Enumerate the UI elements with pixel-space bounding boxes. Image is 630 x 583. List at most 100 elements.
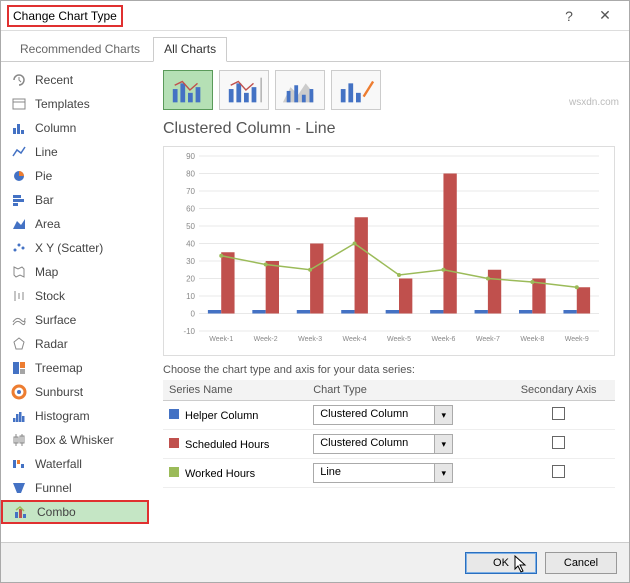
subtype-custom-combo[interactable] [331,70,381,110]
svg-text:60: 60 [186,205,195,214]
dialog-footer: OK Cancel [1,542,629,582]
sidebar-item-templates[interactable]: Templates [1,92,149,116]
sidebar-item-box-whisker[interactable]: Box & Whisker [1,428,149,452]
sidebar-item-label: Funnel [35,481,72,495]
sidebar-item-label: Treemap [35,361,83,375]
chart-preview-svg: -100102030405060708090Week-1Week-2Week-3… [168,151,610,351]
map-icon [11,264,27,280]
svg-text:70: 70 [186,187,195,196]
series-swatch [169,409,179,419]
watermark: wsxdn.com [569,97,619,108]
main-panel: Clustered Column - Line -100102030405060… [149,62,629,542]
sidebar-item-stock[interactable]: Stock [1,284,149,308]
sidebar-item-label: Histogram [35,409,90,423]
tab-all-charts[interactable]: All Charts [153,37,227,62]
series-name-label: Worked Hours [185,468,255,480]
treemap-icon [11,360,27,376]
sidebar-item-surface[interactable]: Surface [1,308,149,332]
sidebar-item-label: X Y (Scatter) [35,241,103,255]
subtype-clustered-column-line-secondary[interactable] [219,70,269,110]
chevron-down-icon: ▾ [434,435,452,453]
sidebar-item-area[interactable]: Area [1,212,149,236]
chevron-down-icon: ▾ [434,406,452,424]
subtype-clustered-column-line[interactable] [163,70,213,110]
header-chart-type: Chart Type [307,380,502,401]
funnel-icon [11,480,27,496]
secondary-axis-checkbox[interactable] [552,436,565,449]
series-row: Scheduled HoursClustered Column▾ [163,430,615,459]
series-row: Helper Column Clustered Column▾ [163,401,615,430]
combo-subtype-row [163,70,615,110]
svg-text:-10: -10 [183,327,195,336]
chart-type-dropdown[interactable]: Clustered Column▾ [313,434,453,454]
sidebar-item-waterfall[interactable]: Waterfall [1,452,149,476]
help-button[interactable]: ? [551,2,587,30]
sidebar-item-pie[interactable]: Pie [1,164,149,188]
sidebar-item-label: Stock [35,289,65,303]
svg-text:30: 30 [186,257,195,266]
sidebar-item-map[interactable]: Map [1,260,149,284]
header-secondary-axis: Secondary Axis [502,380,615,401]
sidebar-item-combo[interactable]: Combo [1,500,149,524]
cursor-icon [514,555,528,573]
svg-text:40: 40 [186,240,195,249]
tab-strip: Recommended Charts All Charts [1,31,629,62]
svg-text:Week-1: Week-1 [209,336,233,343]
secondary-axis-checkbox[interactable] [552,407,565,420]
radar-icon [11,336,27,352]
histogram-icon [11,408,27,424]
secondary-axis-checkbox[interactable] [552,465,565,478]
sidebar-item-funnel[interactable]: Funnel [1,476,149,500]
cancel-button[interactable]: Cancel [545,552,617,574]
sidebar-item-label: Combo [37,505,76,519]
tab-recommended[interactable]: Recommended Charts [9,37,151,61]
box-whisker-icon [11,432,27,448]
svg-text:20: 20 [186,275,195,284]
chart-type-dropdown[interactable]: Line▾ [313,463,453,483]
svg-text:Week-8: Week-8 [520,336,544,343]
sidebar-item-x-y-scatter-[interactable]: X Y (Scatter) [1,236,149,260]
svg-text:0: 0 [191,310,196,319]
sidebar-item-bar[interactable]: Bar [1,188,149,212]
sidebar-item-sunburst[interactable]: Sunburst [1,380,149,404]
sidebar-item-label: Waterfall [35,457,82,471]
chart-type-dropdown[interactable]: Clustered Column▾ [313,405,453,425]
sidebar-item-label: Pie [35,169,52,183]
area-icon [11,216,27,232]
sidebar-item-label: Box & Whisker [35,433,114,447]
sidebar-item-histogram[interactable]: Histogram [1,404,149,428]
combo-icon [13,504,29,520]
sidebar-item-radar[interactable]: Radar [1,332,149,356]
sidebar-item-label: Area [35,217,60,231]
series-swatch [169,438,179,448]
svg-text:Week-9: Week-9 [565,336,589,343]
header-series-name: Series Name [163,380,307,401]
sidebar-item-label: Line [35,145,58,159]
waterfall-icon [11,456,27,472]
series-row: Worked Hours Line▾ [163,459,615,488]
svg-text:Week-7: Week-7 [476,336,500,343]
recent-icon [11,72,27,88]
x-y-scatter--icon [11,240,27,256]
sidebar-item-column[interactable]: Column [1,116,149,140]
ok-button[interactable]: OK [465,552,537,574]
svg-text:90: 90 [186,152,195,161]
subtype-stacked-area-column[interactable] [275,70,325,110]
sidebar-item-line[interactable]: Line [1,140,149,164]
sidebar-item-label: Radar [35,337,68,351]
series-instruction: Choose the chart type and axis for your … [163,364,615,376]
sidebar-item-recent[interactable]: Recent [1,68,149,92]
stock-icon [11,288,27,304]
pie-icon [11,168,27,184]
sidebar-item-treemap[interactable]: Treemap [1,356,149,380]
chart-category-sidebar: RecentTemplatesColumn Line Pie Bar Area X Y (… [1,62,149,542]
svg-text:Week-3: Week-3 [298,336,322,343]
svg-text:Week-2: Week-2 [254,336,278,343]
chart-preview[interactable]: -100102030405060708090Week-1Week-2Week-3… [163,146,615,356]
chevron-down-icon: ▾ [434,464,452,482]
close-button[interactable]: ✕ [587,2,623,30]
svg-text:10: 10 [186,292,195,301]
surface-icon [11,312,27,328]
series-name-label: Helper Column [185,410,258,422]
svg-text:50: 50 [186,222,195,231]
